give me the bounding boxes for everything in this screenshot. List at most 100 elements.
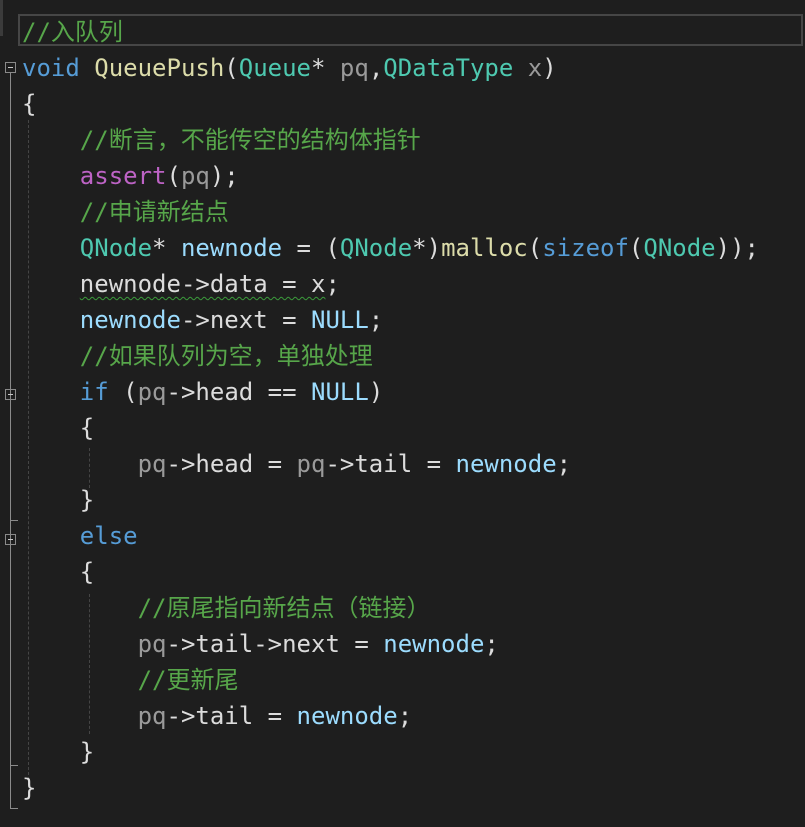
outline-end: [10, 520, 18, 521]
code-line[interactable]: newnode->data = x;: [22, 266, 340, 302]
code-token: pq: [137, 630, 167, 658]
code-line[interactable]: {: [22, 410, 94, 446]
code-line[interactable]: QNode* newnode = (QNode*)malloc(sizeof(Q…: [22, 230, 759, 266]
code-token: ->tail->next =: [166, 630, 384, 658]
outline-end: [10, 765, 18, 766]
collapse-icon[interactable]: [5, 62, 16, 73]
code-token: pq: [339, 54, 369, 82]
code-token: ): [542, 54, 557, 82]
code-line[interactable]: newnode->next = NULL;: [22, 302, 383, 338]
code-token: QDataType: [383, 54, 514, 82]
code-token: pq: [137, 702, 167, 730]
outline-end: [10, 808, 18, 809]
code-token: (: [166, 162, 181, 190]
code-line[interactable]: }: [22, 482, 94, 518]
code-line[interactable]: else: [22, 518, 138, 554]
code-token: ->head =: [166, 450, 297, 478]
code-editor[interactable]: //入队列 void QueuePush(Queue* pq,QDataType …: [0, 0, 805, 827]
code-line[interactable]: {: [22, 86, 36, 122]
code-token: sizeof: [542, 234, 629, 262]
code-token: newnode: [455, 450, 557, 478]
code-token: //原尾指向新结点（链接）: [22, 594, 431, 622]
code-token: pq: [137, 378, 167, 406]
code-token: QNode: [79, 234, 153, 262]
code-token: ;: [397, 702, 413, 730]
code-token: newnode: [79, 306, 181, 334]
code-token: //断言，不能传空的结构体指针: [22, 126, 421, 154]
code-token: newnode: [180, 234, 283, 262]
code-line[interactable]: //如果队列为空，单独处理: [22, 338, 373, 374]
code-token: (: [527, 234, 543, 262]
code-token: void: [22, 54, 80, 82]
code-token: {: [22, 414, 95, 442]
code-token: newnode: [296, 702, 398, 730]
code-token: ->tail =: [325, 450, 456, 478]
code-line[interactable]: //更新尾: [22, 662, 239, 698]
code-token: else: [79, 522, 138, 550]
code-line[interactable]: //断言，不能传空的结构体指针: [22, 122, 421, 158]
margin-indicator: [0, 0, 3, 36]
code-token: ): [368, 378, 384, 406]
code-line[interactable]: }: [22, 734, 94, 770]
code-line[interactable]: {: [22, 554, 94, 590]
code-token: assert: [79, 162, 167, 190]
code-line[interactable]: void QueuePush(Queue* pq,QDataType x): [22, 50, 557, 86]
current-line-highlight: [18, 14, 803, 46]
code-token: *: [152, 234, 181, 262]
code-line[interactable]: assert(pq);: [22, 158, 239, 194]
code-token: Queue: [238, 54, 311, 82]
code-token: ;: [556, 450, 572, 478]
code-line[interactable]: //原尾指向新结点（链接）: [22, 590, 431, 626]
code-token: ->next =: [180, 306, 311, 334]
code-token: QueuePush: [94, 54, 225, 82]
collapse-icon[interactable]: [5, 534, 16, 545]
code-token: pq: [296, 450, 326, 478]
code-token: ;: [484, 630, 499, 658]
code-token: NULL: [311, 378, 369, 406]
code-token: pq: [137, 450, 167, 478]
code-token: (: [628, 234, 644, 262]
code-token: (: [108, 378, 138, 406]
code-token: = (: [282, 234, 340, 262]
code-line[interactable]: pq->head = pq->tail = newnode;: [22, 446, 572, 482]
code-token: //如果队列为空，单独处理: [22, 342, 373, 370]
code-token: }: [22, 738, 95, 766]
code-token: if: [79, 378, 109, 406]
code-token: {: [22, 90, 37, 118]
code-token: QNode: [339, 234, 413, 262]
code-token: malloc: [441, 234, 528, 262]
code-line[interactable]: }: [22, 770, 36, 806]
collapse-icon[interactable]: [5, 389, 16, 400]
code-token: //更新尾: [22, 666, 239, 694]
code-line[interactable]: if (pq->head == NULL): [22, 374, 383, 410]
code-token: //申请新结点: [22, 198, 229, 226]
code-token: ));: [715, 234, 759, 262]
code-line[interactable]: pq->tail = newnode;: [22, 698, 413, 734]
code-token: {: [22, 558, 95, 586]
code-token: *): [412, 234, 442, 262]
code-line[interactable]: //入队列: [22, 14, 123, 50]
code-line[interactable]: pq->tail->next = newnode;: [22, 626, 499, 662]
code-token: newnode: [383, 630, 485, 658]
code-token: ,: [368, 54, 384, 82]
code-token: }: [22, 486, 95, 514]
code-line[interactable]: //申请新结点: [22, 194, 229, 230]
code-token: x: [527, 54, 543, 82]
outline-line: [10, 400, 11, 520]
code-token: );: [209, 162, 239, 190]
code-token: (: [224, 54, 239, 82]
code-token: QNode: [643, 234, 716, 262]
code-token: ->head ==: [166, 378, 312, 406]
code-token: pq: [180, 162, 210, 190]
code-token: ;: [368, 306, 384, 334]
code-token: NULL: [311, 306, 369, 334]
